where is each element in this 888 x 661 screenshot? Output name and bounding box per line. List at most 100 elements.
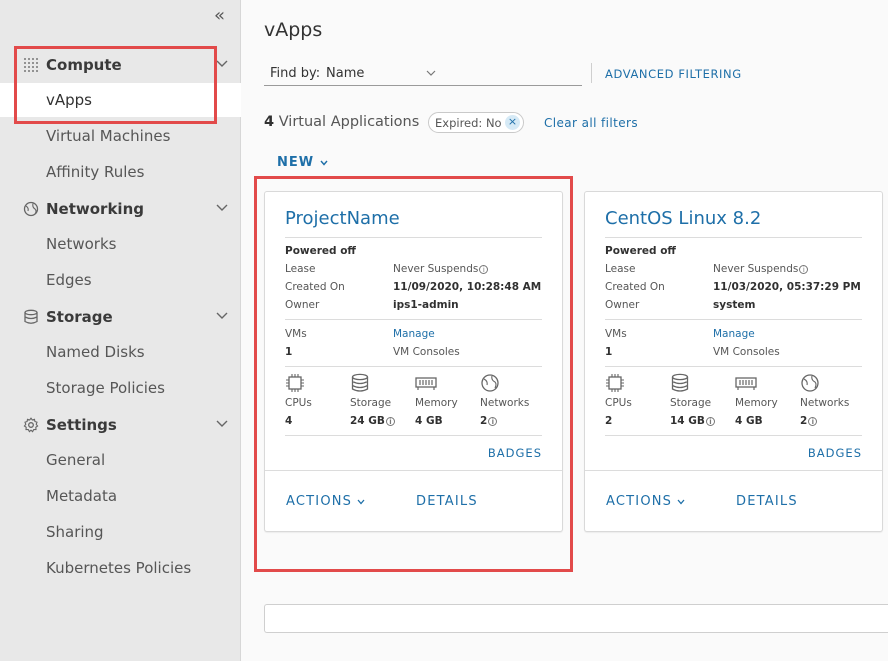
info-icon[interactable]: i	[488, 417, 498, 426]
divider	[605, 319, 862, 320]
sidebar-item-named-disks[interactable]: Named Disks	[0, 335, 241, 369]
networks-value: 2i	[480, 415, 498, 427]
chevron-down-icon[interactable]	[216, 309, 228, 323]
sidebar-item-sharing[interactable]: Sharing	[0, 515, 241, 549]
memory-label: Memory	[735, 397, 778, 409]
sidebar-item-virtual-machines[interactable]: Virtual Machines	[0, 119, 241, 153]
sidebar-item-label: Affinity Rules	[46, 163, 145, 181]
vapp-count-number: 4	[264, 114, 275, 130]
vapp-name-link[interactable]: ProjectName	[285, 208, 400, 229]
created-on-label: Created On	[285, 281, 345, 293]
network-icon	[801, 374, 819, 392]
page-title: vApps	[264, 19, 323, 41]
sidebar-item-networks[interactable]: Networks	[0, 227, 241, 261]
divider	[585, 470, 882, 471]
network-icon	[481, 374, 499, 392]
chevron-down-icon	[357, 499, 365, 505]
chevron-down-icon[interactable]	[216, 201, 228, 215]
divider	[285, 319, 542, 320]
cpu-icon	[286, 374, 304, 392]
networks-label: Networks	[480, 397, 530, 409]
vm-consoles-link[interactable]: VM Consoles	[713, 346, 780, 358]
badges-link[interactable]: BADGES	[808, 446, 862, 460]
vms-label: VMs	[285, 328, 307, 340]
badges-link[interactable]: BADGES	[488, 446, 542, 460]
divider	[605, 366, 862, 367]
storage-value: 14 GB i	[670, 415, 715, 427]
vapp-count: 4 Virtual Applications	[264, 114, 419, 130]
sidebar-item-affinity-rules[interactable]: Affinity Rules	[0, 155, 241, 189]
find-by-select[interactable]: Find by: Name	[264, 60, 582, 86]
memory-label: Memory	[415, 397, 458, 409]
created-on-value: 11/03/2020, 05:37:29 PM	[713, 281, 861, 293]
lease-value-text: Never Suspends	[713, 263, 799, 275]
sidebar-item-vapps[interactable]: vApps	[0, 83, 241, 117]
collapse-sidebar-icon[interactable]: «	[214, 6, 225, 26]
sidebar-item-edges[interactable]: Edges	[0, 263, 241, 297]
vapp-count-label: Virtual Applications	[278, 114, 420, 130]
sidebar-item-general[interactable]: General	[0, 443, 241, 477]
created-on-label: Created On	[605, 281, 665, 293]
nav-group-label: Networking	[46, 200, 144, 218]
divider	[285, 237, 542, 238]
sidebar-item-metadata[interactable]: Metadata	[0, 479, 241, 513]
cpus-label: CPUs	[285, 397, 312, 409]
globe-icon	[23, 201, 39, 217]
sidebar-item-kubernetes-policies[interactable]: Kubernetes Policies	[0, 551, 241, 585]
chevron-down-icon	[677, 499, 685, 505]
nav-group-compute[interactable]: Compute	[0, 49, 241, 81]
divider	[605, 237, 862, 238]
vapp-card: ProjectName Powered off Lease Never Susp…	[264, 191, 563, 532]
sidebar-item-label: Metadata	[46, 487, 118, 505]
chevron-down-icon[interactable]	[216, 417, 228, 431]
sidebar-item-storage-policies[interactable]: Storage Policies	[0, 371, 241, 405]
info-icon[interactable]: i	[479, 265, 489, 274]
owner-value: system	[713, 299, 756, 311]
pagination-bar	[264, 604, 888, 633]
info-icon[interactable]: i	[705, 417, 715, 426]
actions-button[interactable]: ACTIONS	[606, 494, 685, 509]
storage-label: Storage	[350, 397, 392, 409]
sidebar-item-label: General	[46, 451, 106, 469]
vapp-name-link[interactable]: CentOS Linux 8.2	[605, 208, 761, 229]
memory-icon	[735, 377, 757, 390]
find-by-label: Find by:	[270, 66, 321, 81]
actions-button[interactable]: ACTIONS	[286, 494, 365, 509]
networks-value-text: 2	[480, 415, 488, 427]
storage-value-text: 24 GB	[350, 415, 385, 427]
vm-consoles-link[interactable]: VM Consoles	[393, 346, 460, 358]
new-button[interactable]: NEW	[277, 155, 328, 170]
sidebar-item-label: Networks	[46, 235, 117, 253]
info-icon[interactable]: i	[385, 417, 395, 426]
sidebar-item-label: vApps	[46, 91, 92, 109]
manage-link[interactable]: Manage	[713, 328, 755, 340]
nav-group-networking[interactable]: Networking	[0, 193, 241, 225]
nav-group-storage[interactable]: Storage	[0, 301, 241, 333]
details-button[interactable]: DETAILS	[416, 494, 478, 509]
sidebar-item-label: Kubernetes Policies	[46, 559, 192, 577]
advanced-filtering-link[interactable]: ADVANCED FILTERING	[605, 67, 742, 81]
chevron-down-icon[interactable]	[216, 57, 228, 71]
filter-chip-value: No	[485, 116, 502, 130]
lease-label: Lease	[285, 263, 316, 275]
memory-value: 4 GB	[735, 415, 763, 427]
sidebar-item-label: Named Disks	[46, 343, 145, 361]
sidebar-item-label: Sharing	[46, 523, 104, 541]
networks-label: Networks	[800, 397, 850, 409]
chevron-down-icon	[426, 70, 436, 76]
divider	[591, 63, 592, 83]
networks-value: 2i	[800, 415, 818, 427]
clear-all-filters-link[interactable]: Clear all filters	[544, 116, 638, 130]
nav-group-settings[interactable]: Settings	[0, 409, 241, 441]
details-button[interactable]: DETAILS	[736, 494, 798, 509]
manage-link[interactable]: Manage	[393, 328, 435, 340]
lease-value: Never Suspends i	[713, 263, 809, 275]
lease-value-text: Never Suspends	[393, 263, 479, 275]
info-icon[interactable]: i	[808, 417, 818, 426]
close-icon[interactable]: ×	[505, 115, 520, 130]
info-icon[interactable]: i	[799, 265, 809, 274]
filter-chip-key: Expired:	[435, 116, 483, 130]
nav-group-label: Compute	[46, 56, 122, 74]
sidebar-item-label: Edges	[46, 271, 92, 289]
storage-label: Storage	[670, 397, 712, 409]
